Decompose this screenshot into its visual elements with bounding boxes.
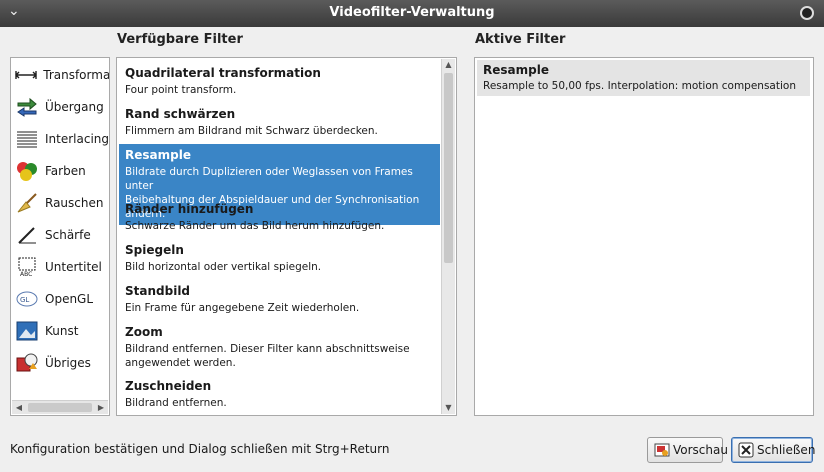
category-label: Rauschen bbox=[45, 196, 104, 210]
filter-name: Quadrilateral transformation bbox=[125, 66, 321, 80]
category-label: Farben bbox=[45, 164, 86, 178]
title-bar: ⌄ Videofilter-Verwaltung bbox=[0, 0, 824, 27]
broom-icon bbox=[15, 192, 39, 214]
subtitle-abc-icon: ABC bbox=[15, 256, 39, 278]
scroll-left-icon[interactable]: ◀ bbox=[12, 401, 26, 414]
filter-item[interactable]: Spiegeln Bild horizontal oder vertikal sp… bbox=[119, 239, 440, 278]
category-label: Übriges bbox=[45, 356, 91, 370]
available-filters-heading: Verfügbare Filter bbox=[117, 32, 243, 47]
filter-list[interactable]: Quadrilateral transformation Four point t… bbox=[116, 57, 457, 416]
category-label: Transformat bbox=[43, 68, 110, 82]
category-item[interactable]: Schärfe bbox=[15, 222, 109, 248]
filter-description: Ein Frame für angegebene Zeit wiederhole… bbox=[125, 302, 360, 314]
close-x-icon bbox=[738, 442, 754, 458]
scroll-thumb[interactable] bbox=[28, 403, 92, 412]
color-balls-icon bbox=[15, 160, 39, 182]
scroll-right-icon[interactable]: ▶ bbox=[94, 401, 108, 414]
category-label: Untertitel bbox=[45, 260, 102, 274]
category-label: OpenGL bbox=[45, 292, 94, 306]
category-item[interactable]: Rauschen bbox=[15, 190, 109, 216]
filter-name: Zoom bbox=[125, 325, 163, 339]
svg-text:ABC: ABC bbox=[20, 271, 32, 277]
scroll-up-icon[interactable]: ▲ bbox=[442, 59, 455, 71]
category-item[interactable]: Übriges bbox=[15, 350, 109, 376]
category-item[interactable]: Farben bbox=[15, 158, 109, 184]
filter-name: Standbild bbox=[125, 284, 191, 298]
preview-icon bbox=[654, 442, 670, 458]
svg-text:GL: GL bbox=[20, 296, 29, 304]
filter-name: Rand schwärzen bbox=[125, 107, 236, 121]
filter-description: Flimmern am Bildrand mit Schwarz überdec… bbox=[125, 125, 378, 137]
filter-item[interactable]: Quadrilateral transformation Four point t… bbox=[119, 62, 440, 101]
category-label: Interlacing bbox=[45, 132, 110, 146]
opengl-logo-icon: GL bbox=[15, 288, 39, 310]
filter-name: Zuschneiden bbox=[125, 379, 212, 393]
filter-item[interactable]: Ränder hinzufügen Schwarze Ränder um das … bbox=[119, 198, 440, 237]
active-filter-desc: Resample to 50,00 fps. Interpolation: mo… bbox=[483, 80, 796, 92]
scroll-down-icon[interactable]: ▼ bbox=[442, 402, 455, 414]
filter-description: Schwarze Ränder um das Bild herum hinzuf… bbox=[125, 220, 385, 232]
filter-description: Bildrand entfernen. Dieser Filter kann a… bbox=[125, 343, 410, 355]
preview-button[interactable]: Vorschau bbox=[647, 437, 728, 463]
category-item[interactable]: Interlacing bbox=[15, 126, 110, 152]
category-list[interactable]: Transformat Übergang Interlacing Farben Raus… bbox=[10, 57, 110, 416]
filter-description: angewendet werden. bbox=[125, 357, 236, 369]
category-item[interactable]: ABC Untertitel bbox=[15, 254, 109, 280]
active-filter-name: Resample bbox=[483, 63, 549, 77]
interlacing-lines-icon bbox=[15, 128, 39, 150]
close-label: Schließen bbox=[757, 443, 816, 457]
scroll-thumb[interactable] bbox=[444, 73, 453, 263]
category-item[interactable]: Kunst bbox=[15, 318, 109, 344]
status-hint: Konfiguration bestätigen und Dialog schl… bbox=[10, 442, 390, 456]
filter-item[interactable]: Zuschneiden Bildrand entfernen. bbox=[119, 375, 440, 414]
filter-description: Bildrate durch Duplizieren oder Weglasse… bbox=[125, 166, 413, 192]
transform-arrows-icon bbox=[15, 64, 38, 86]
close-button[interactable]: Schließen bbox=[731, 437, 816, 463]
preview-label: Vorschau bbox=[673, 443, 728, 457]
transition-arrows-icon bbox=[15, 96, 39, 118]
filter-item[interactable]: Zoom Bildrand entfernen. Dieser Filter ka… bbox=[119, 321, 440, 374]
category-item[interactable]: GL OpenGL bbox=[15, 286, 109, 312]
filter-description: Bildrand entfernen. bbox=[125, 397, 227, 409]
category-hscrollbar[interactable]: ◀ ▶ bbox=[12, 400, 108, 414]
window-close-icon[interactable] bbox=[800, 6, 814, 20]
filter-name: Resample bbox=[125, 148, 191, 162]
filter-description: Four point transform. bbox=[125, 84, 237, 96]
art-picture-icon bbox=[15, 320, 39, 342]
pen-sharpen-icon bbox=[15, 224, 39, 246]
filter-name: Spiegeln bbox=[125, 243, 184, 257]
filter-vscrollbar[interactable]: ▲ ▼ bbox=[441, 59, 455, 414]
active-filter-item[interactable]: Resample Resample to 50,00 fps. Interpol… bbox=[477, 60, 810, 96]
window-title: Videofilter-Verwaltung bbox=[329, 5, 495, 20]
category-label: Schärfe bbox=[45, 228, 91, 242]
category-label: Übergang bbox=[45, 100, 104, 114]
filter-item[interactable]: Rand schwärzen Flimmern am Bildrand mit S… bbox=[119, 103, 440, 142]
filter-item[interactable]: Standbild Ein Frame für angegebene Zeit w… bbox=[119, 280, 440, 319]
category-label: Kunst bbox=[45, 324, 79, 338]
category-item[interactable]: Übergang bbox=[15, 94, 109, 120]
active-filter-list[interactable]: Resample Resample to 50,00 fps. Interpol… bbox=[474, 57, 814, 416]
filter-description: Bild horizontal oder vertikal spiegeln. bbox=[125, 261, 322, 273]
active-filters-heading: Aktive Filter bbox=[475, 32, 566, 47]
misc-icon bbox=[15, 352, 39, 374]
category-item[interactable]: Transformat bbox=[15, 62, 110, 88]
filter-name: Ränder hinzufügen bbox=[125, 202, 254, 216]
